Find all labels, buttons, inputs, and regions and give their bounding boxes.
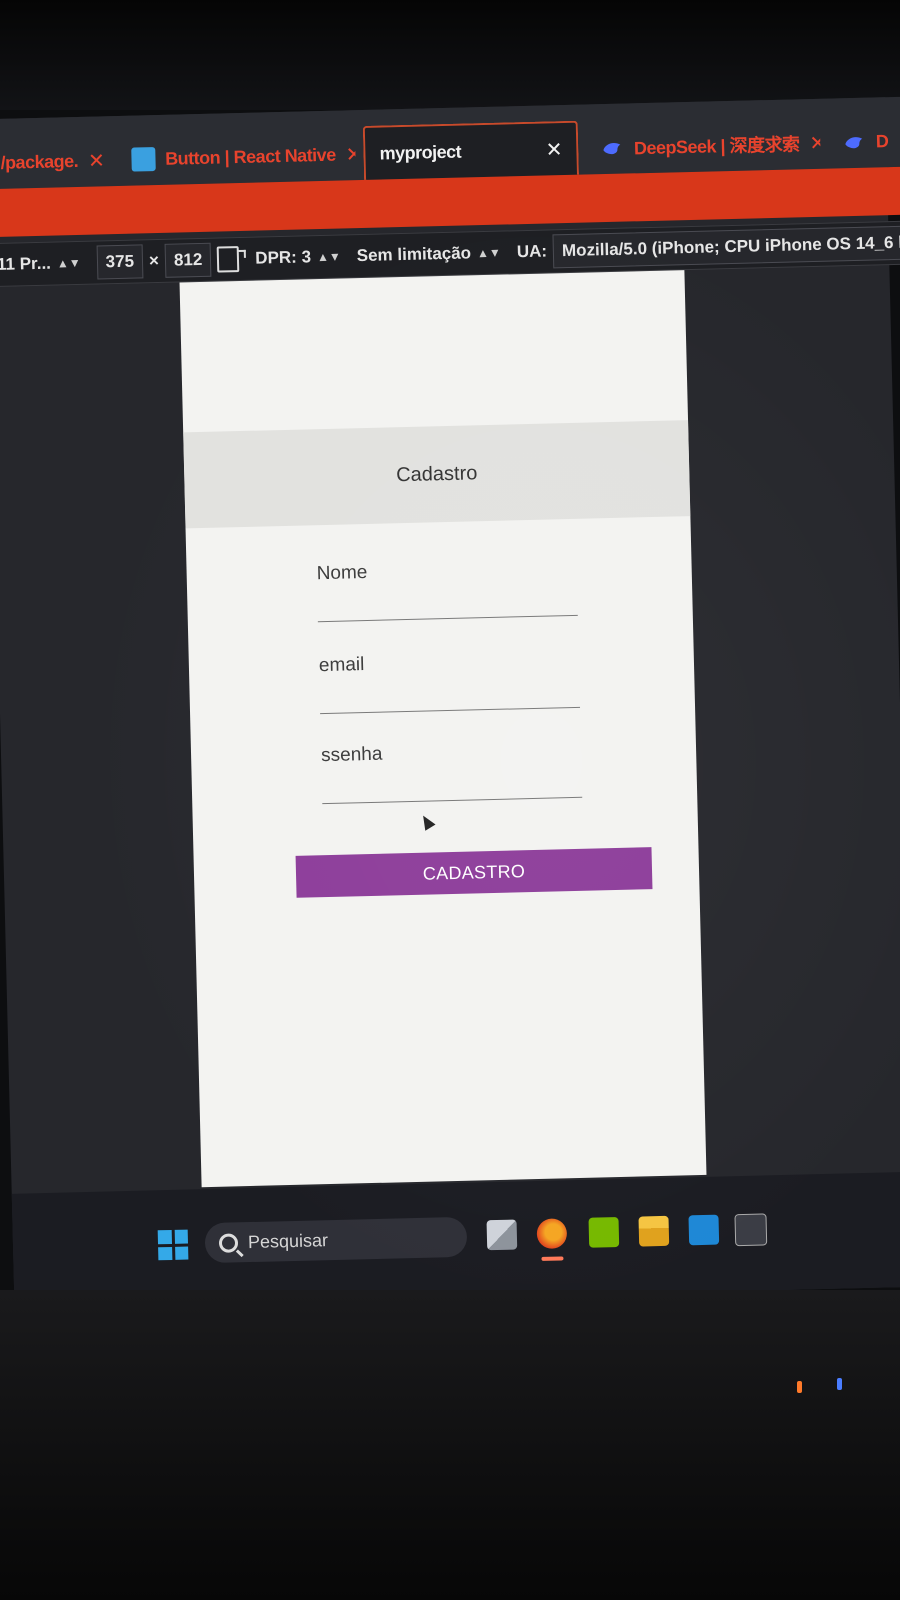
dpr-label: DPR: 3 xyxy=(255,247,312,268)
page-title: Cadastro xyxy=(395,461,478,486)
name-input[interactable] xyxy=(317,614,578,623)
name-field: Nome xyxy=(316,557,587,623)
deepseek-whale-icon xyxy=(603,143,620,155)
name-label: Nome xyxy=(316,561,368,585)
tab-react-native-button[interactable]: Button | React Native ✕ xyxy=(117,128,356,186)
updown-icon: ▲▼ xyxy=(316,249,341,265)
taskbar-search[interactable]: Pesquisar xyxy=(204,1216,468,1264)
email-label: email xyxy=(318,654,365,677)
throttling-label: Sem limitação xyxy=(356,243,472,266)
file-explorer-icon[interactable] xyxy=(638,1215,670,1247)
monitor-bezel-bottom xyxy=(0,1290,900,1600)
monitor-bezel-top xyxy=(0,0,900,110)
email-input[interactable] xyxy=(320,706,581,715)
tab-package[interactable]: /package. ✕ xyxy=(0,134,110,189)
password-label: ssenha xyxy=(320,743,383,767)
firefox-icon[interactable] xyxy=(536,1218,568,1250)
device-selector[interactable]: 11 Pr... ▲▼ xyxy=(0,253,89,275)
close-icon[interactable]: ✕ xyxy=(809,130,820,155)
mobile-viewport: Cadastro Nome email ssenha CADASTRO xyxy=(179,270,707,1188)
viewport-width-input[interactable]: 375 xyxy=(96,244,144,280)
close-icon[interactable]: ✕ xyxy=(345,141,356,166)
times-sign: × xyxy=(148,250,160,271)
tab-deepseek-2[interactable]: D xyxy=(827,115,899,169)
tab-label: D xyxy=(875,130,889,151)
user-agent-input[interactable]: Mozilla/5.0 (iPhone; CPU iPhone OS 14_6 … xyxy=(552,224,900,269)
blue-led-icon xyxy=(837,1378,842,1390)
vscode-icon[interactable] xyxy=(688,1214,720,1246)
deepseek-whale-icon xyxy=(844,137,862,149)
active-app-indicator xyxy=(541,1256,564,1261)
ua-label: UA: xyxy=(516,241,548,262)
updown-icon: ▲▼ xyxy=(476,245,501,261)
dpr-selector[interactable]: DPR: 3 ▲▼ xyxy=(247,246,349,268)
email-field: email xyxy=(319,649,590,715)
tab-label: myproject xyxy=(379,141,462,164)
updown-icon: ▲▼ xyxy=(56,255,81,271)
tab-label: DeepSeek | 深度求索 xyxy=(633,134,800,159)
app-header: Cadastro xyxy=(183,420,691,529)
windows-taskbar: Pesquisar xyxy=(11,1171,900,1309)
orange-led-icon xyxy=(797,1381,802,1393)
close-icon[interactable]: ✕ xyxy=(545,137,562,162)
search-icon xyxy=(218,1232,239,1253)
throttling-selector[interactable]: Sem limitação ▲▼ xyxy=(349,242,510,266)
close-icon[interactable]: ✕ xyxy=(88,148,105,173)
rotate-viewport-icon[interactable] xyxy=(217,246,240,273)
monitor-screen: /package. ✕ Button | React Native ✕ mypr… xyxy=(0,96,900,1309)
device-name: 11 Pr... xyxy=(0,253,52,274)
nvidia-icon[interactable] xyxy=(588,1217,620,1248)
react-native-icon xyxy=(130,147,156,172)
password-input[interactable] xyxy=(322,796,583,805)
viewport-height-input[interactable]: 812 xyxy=(164,242,212,278)
windows-start-icon[interactable] xyxy=(157,1229,189,1261)
cadastro-button[interactable]: CADASTRO xyxy=(295,847,653,898)
tab-deepseek[interactable]: DeepSeek | 深度求索 ✕ xyxy=(585,117,821,175)
terminal-icon[interactable] xyxy=(734,1213,768,1247)
mouse-cursor-icon xyxy=(418,812,436,831)
password-field: ssenha xyxy=(321,739,592,805)
tab-label: Button | React Native xyxy=(164,144,336,169)
task-view-icon[interactable] xyxy=(486,1219,518,1251)
search-placeholder: Pesquisar xyxy=(247,1229,329,1252)
tab-myproject[interactable]: myproject ✕ xyxy=(362,120,579,180)
tab-label: /package. xyxy=(0,150,79,173)
